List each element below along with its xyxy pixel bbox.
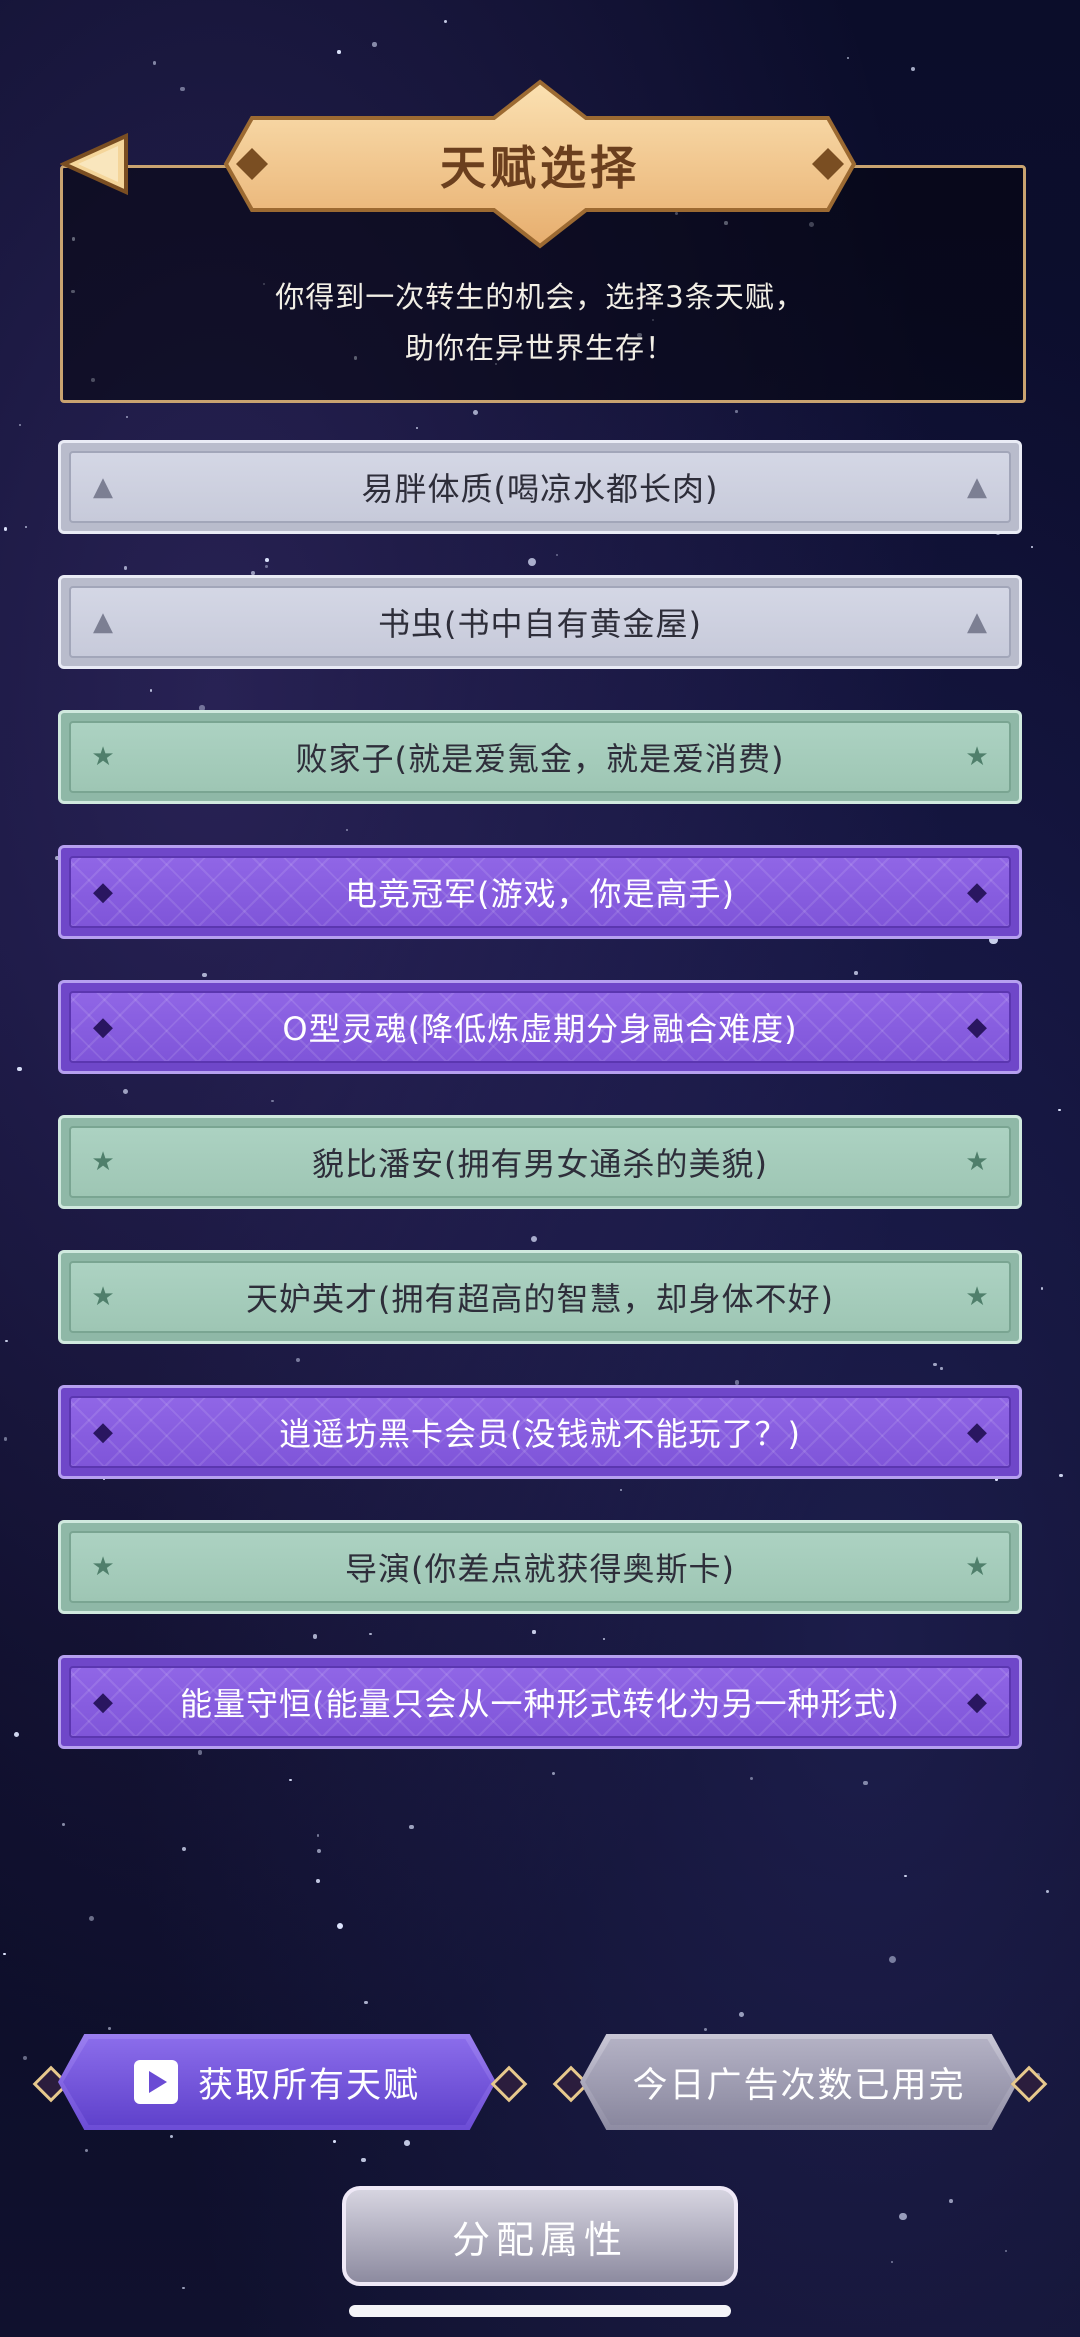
video-play-icon (133, 2060, 178, 2104)
home-indicator[interactable] (349, 2305, 731, 2317)
triangle-icon: ▲ (93, 607, 113, 637)
intro-line-1: 你得到一次转生的机会，选择3条天赋， (275, 280, 805, 314)
triangle-icon: ▲ (967, 607, 987, 637)
talent-label: 易胖体质(喝凉水都长肉) (361, 470, 719, 508)
talent-option[interactable]: ▲ ▲ 书虫(书中自有黄金屋) (58, 575, 1022, 669)
gem-icon: ◆ (93, 877, 113, 907)
talent-label: 天妒英才(拥有超高的智慧，却身体不好) (246, 1280, 834, 1318)
gem-icon: ◆ (967, 1417, 987, 1447)
gem-icon: ◆ (93, 1687, 113, 1717)
allocate-attributes-button[interactable]: 分配属性 (342, 2186, 738, 2286)
gem-icon: ◆ (967, 877, 987, 907)
talent-label: 能量守恒(能量只会从一种形式转化为另一种形式) (180, 1685, 900, 1723)
talent-label: O型灵魂(降低炼虚期分身融合难度) (282, 1010, 798, 1048)
page-title: 天赋选择 (440, 141, 640, 195)
intro-text: 你得到一次转生的机会，选择3条天赋， 助你在异世界生存！ (100, 272, 980, 374)
ads-used-up-label: 今日广告次数已用完 (632, 2065, 966, 2106)
talent-option[interactable]: ★ ★ 天妒英才(拥有超高的智慧，却身体不好) (58, 1250, 1022, 1344)
star-icon: ★ (965, 1282, 989, 1312)
talent-option[interactable]: ★ ★ 导演(你差点就获得奥斯卡) (58, 1520, 1022, 1614)
talent-label: 败家子(就是爱氪金，就是爱消费) (295, 740, 785, 778)
triangle-icon: ▲ (967, 472, 987, 502)
allocate-attributes-label: 分配属性 (451, 2217, 628, 2262)
talent-option[interactable]: ★ ★ 貌比潘安(拥有男女通杀的美貌) (58, 1115, 1022, 1209)
talent-option[interactable]: ▲ ▲ 易胖体质(喝凉水都长肉) (58, 440, 1022, 534)
star-icon: ★ (91, 1147, 115, 1177)
ads-used-up-button[interactable]: 今日广告次数已用完 (580, 2034, 1018, 2130)
star-icon: ★ (91, 1282, 115, 1312)
star-icon: ★ (965, 1147, 989, 1177)
star-icon: ★ (965, 742, 989, 772)
talent-label: 逍遥坊黑卡会员(没钱就不能玩了？) (279, 1415, 801, 1453)
talent-option[interactable]: ◆ ◆ 能量守恒(能量只会从一种形式转化为另一种形式) (58, 1655, 1022, 1749)
get-all-talents-button[interactable]: 获取所有天赋 (58, 2034, 496, 2130)
star-icon: ★ (91, 742, 115, 772)
back-arrow-icon (59, 132, 128, 196)
talent-option[interactable]: ★ ★ 败家子(就是爱氪金，就是爱消费) (58, 710, 1022, 804)
back-button[interactable] (59, 132, 132, 196)
intro-line-2: 助你在异世界生存！ (404, 331, 675, 365)
star-icon: ★ (965, 1552, 989, 1582)
talent-label: 书虫(书中自有黄金屋) (378, 605, 702, 643)
talent-label: 导演(你差点就获得奥斯卡) (345, 1550, 735, 1588)
talent-label: 电竞冠军(游戏，你是高手) (345, 875, 735, 913)
gem-icon: ◆ (967, 1012, 987, 1042)
gem-icon: ◆ (93, 1417, 113, 1447)
triangle-icon: ▲ (93, 472, 113, 502)
talent-option[interactable]: ◆ ◆ O型灵魂(降低炼虚期分身融合难度) (58, 980, 1022, 1074)
get-all-talents-label: 获取所有天赋 (197, 2065, 420, 2106)
star-icon: ★ (91, 1552, 115, 1582)
diamond-ornament-icon (490, 2065, 528, 2103)
talent-option[interactable]: ◆ ◆ 逍遥坊黑卡会员(没钱就不能玩了？) (58, 1385, 1022, 1479)
gem-icon: ◆ (967, 1687, 987, 1717)
talent-label: 貌比潘安(拥有男女通杀的美貌) (312, 1145, 768, 1183)
gem-icon: ◆ (93, 1012, 113, 1042)
talent-option[interactable]: ◆ ◆ 电竞冠军(游戏，你是高手) (58, 845, 1022, 939)
